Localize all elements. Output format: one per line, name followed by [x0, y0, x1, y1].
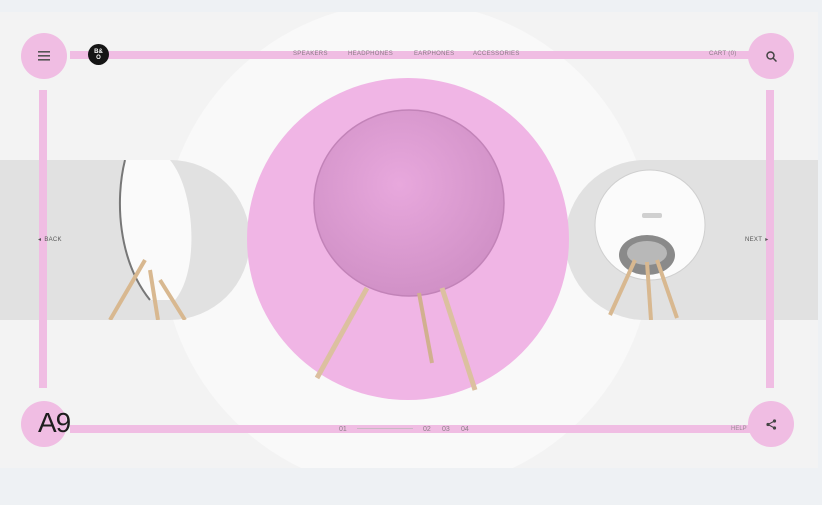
next-button[interactable]: NEXT ▸ [745, 236, 769, 244]
next-speaker-image [594, 169, 706, 321]
cart-link[interactable]: CART (0) [709, 51, 737, 57]
next-label: NEXT [745, 236, 763, 243]
main-nav: SPEAKERS HEADPHONES EARPHONES ACCESSORIE… [0, 49, 818, 61]
nav-accessories[interactable]: ACCESSORIES [473, 51, 520, 57]
nav-earphones[interactable]: EARPHONES [414, 51, 454, 57]
search-icon [765, 50, 777, 62]
featured-speaker-image [313, 109, 505, 391]
page-progress-track [357, 428, 413, 429]
page-4[interactable]: 04 [461, 426, 469, 433]
share-button[interactable] [748, 401, 794, 447]
arrow-right-icon: ▸ [765, 237, 769, 243]
share-icon [765, 418, 776, 430]
page-current[interactable]: 01 [339, 426, 347, 433]
page-3[interactable]: 03 [442, 426, 450, 433]
search-button[interactable] [748, 33, 794, 79]
back-button[interactable]: ◂ BACK [38, 236, 62, 244]
next-product-panel[interactable] [565, 160, 818, 321]
nav-headphones[interactable]: HEADPHONES [348, 51, 393, 57]
page-2[interactable]: 02 [423, 426, 431, 433]
hero-stage: B& O SPEAKERS HEADPHONES EARPHONES ACCES… [0, 12, 818, 468]
featured-product-circle [247, 78, 569, 400]
help-link[interactable]: HELP [731, 426, 747, 432]
nav-speakers[interactable]: SPEAKERS [293, 51, 328, 57]
arrow-left-icon: ◂ [38, 237, 42, 243]
back-label: BACK [44, 236, 62, 243]
